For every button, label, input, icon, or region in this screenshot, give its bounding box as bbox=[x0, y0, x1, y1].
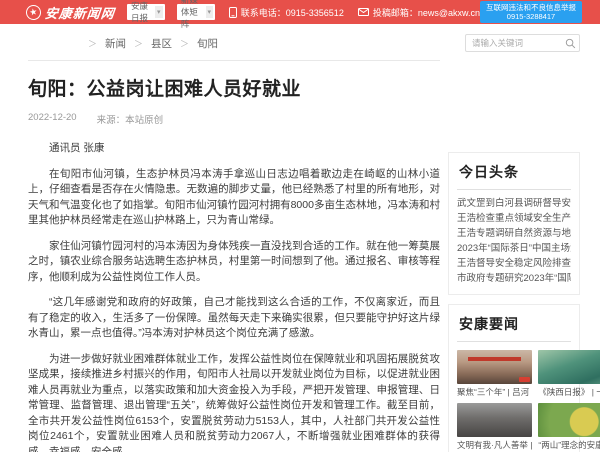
today-headlines-box: 今日头条 武文罡到白河县调研督导安全稳定等工作 王浩检查重点领域安全生产工作 王… bbox=[448, 152, 580, 295]
article-body: 通讯员 张康 在旬阳市仙河镇，生态护林员冯本涛手拿巡山日志边唱着歌边走在崎岖的山… bbox=[28, 141, 440, 452]
news-thumb-item[interactable]: 聚焦“三个年” | 吕河 bbox=[457, 350, 532, 398]
news-thumb-item[interactable]: 《陕西日报》 | 一泓清 bbox=[538, 350, 600, 398]
breadcrumb-counties[interactable]: 县区 bbox=[151, 36, 172, 51]
breadcrumb: ＞ 新闻 ＞ 县区 ＞ 旬阳 bbox=[88, 36, 218, 51]
news-thumbnail-crowd bbox=[457, 350, 532, 384]
media-matrix-select[interactable]: 新媒体矩阵 ▾ bbox=[177, 4, 215, 20]
report-button-line1: 互联网违法和不良信息举报 bbox=[486, 3, 576, 12]
news-caption: 文明有我·凡人善举 | bbox=[457, 440, 532, 451]
article-paragraph: “这几年感谢党和政府的好政策，自己才能找到这么合适的工作，不仅离家近，而且有了稳… bbox=[28, 295, 440, 342]
newspaper-select[interactable]: 安康日报 ▾ bbox=[127, 4, 165, 20]
breadcrumb-separator: ＞ bbox=[88, 37, 97, 50]
contact-phone: 联系电话：0915-3356512 bbox=[229, 6, 344, 19]
contact-email-label: 投稿邮箱：news@akxw.cn bbox=[373, 6, 480, 19]
sidebar: 今日头条 武文罡到白河县调研督导安全稳定等工作 王浩检查重点领域安全生产工作 王… bbox=[448, 152, 580, 452]
site-logo[interactable]: ★ 安康新闻网 bbox=[26, 3, 115, 22]
chevron-down-icon: ▾ bbox=[155, 6, 163, 18]
report-button-line2: 0915-3288417 bbox=[486, 12, 576, 21]
illegal-report-button[interactable]: 互联网违法和不良信息举报 0915-3288417 bbox=[480, 1, 582, 23]
news-thumb-item[interactable]: “两山”理念的安康实践 bbox=[538, 403, 600, 451]
breadcrumb-separator: ＞ bbox=[180, 37, 189, 50]
news-thumbnail-fields bbox=[538, 403, 600, 437]
breadcrumb-xunyang[interactable]: 旬阳 bbox=[197, 36, 218, 51]
article: 旬阳：公益岗让困难人员好就业 2022-12-20 来源：本站原创 通讯员 张康… bbox=[28, 60, 440, 452]
search-input[interactable] bbox=[466, 38, 561, 48]
headline-item[interactable]: 王浩检查重点领域安全生产工作 bbox=[457, 211, 571, 226]
page: ★ 安康新闻网 安康日报 ▾ 新媒体矩阵 ▾ 联系电话：0915-3356512… bbox=[0, 0, 600, 452]
search-box bbox=[465, 34, 580, 52]
news-caption: 《陕西日报》 | 一泓清 bbox=[538, 387, 600, 398]
logo-star-icon: ★ bbox=[25, 3, 43, 21]
watermark-logo bbox=[519, 377, 530, 382]
news-thumbnail-river bbox=[538, 350, 600, 384]
envelope-icon bbox=[358, 8, 369, 16]
headline-item[interactable]: 2023年“国际茶日”中国主场活动将于5月 bbox=[457, 241, 571, 256]
article-paragraph: 家住仙河镇竹园河村的冯本涛因为身体残疾一直没找到合适的工作。就在他一筹莫展之时，… bbox=[28, 239, 440, 286]
news-caption: “两山”理念的安康实践 bbox=[538, 440, 600, 451]
media-matrix-select-label: 新媒体矩阵 bbox=[181, 0, 206, 30]
news-thumb-grid: 聚焦“三个年” | 吕河 《陕西日报》 | 一泓清 文明有我·凡人善举 | “两… bbox=[457, 350, 571, 451]
phone-icon bbox=[229, 7, 237, 18]
search-icon[interactable] bbox=[561, 38, 579, 49]
article-byline: 通讯员 张康 bbox=[28, 141, 440, 157]
headline-item[interactable]: 王浩专题调研自然资源与地灾防治工作 bbox=[457, 226, 571, 241]
ankang-news-box: 安康要闻 聚焦“三个年” | 吕河 《陕西日报》 | 一泓清 文明有我·凡人善举… bbox=[448, 304, 580, 452]
headline-item[interactable]: 王浩督导安全稳定风险排查化解工作 bbox=[457, 256, 571, 271]
newspaper-select-label: 安康日报 bbox=[131, 0, 155, 24]
red-banner bbox=[468, 357, 521, 361]
article-paragraph: 在旬阳市仙河镇，生态护林员冯本涛手拿巡山日志边唱着歌边走在崎岖的山林小道上，仔细… bbox=[28, 167, 440, 229]
news-thumbnail-street bbox=[457, 403, 532, 437]
contact-phone-label: 联系电话：0915-3356512 bbox=[241, 6, 344, 19]
top-bar: ★ 安康新闻网 安康日报 ▾ 新媒体矩阵 ▾ 联系电话：0915-3356512… bbox=[0, 0, 600, 24]
contact-email: 投稿邮箱：news@akxw.cn bbox=[358, 6, 480, 19]
headline-item[interactable]: 武文罡到白河县调研督导安全稳定等工作 bbox=[457, 196, 571, 211]
breadcrumb-separator: ＞ bbox=[134, 37, 143, 50]
article-meta: 2022-12-20 来源：本站原创 bbox=[28, 112, 440, 126]
article-paragraph: 为进一步做好就业困难群体就业工作，发挥公益性岗位在保障就业和巩固拓展脱贫攻坚成果… bbox=[28, 352, 440, 452]
article-date: 2022-12-20 bbox=[28, 112, 77, 126]
article-source: 来源：本站原创 bbox=[97, 112, 164, 126]
logo-text: 安康新闻网 bbox=[44, 3, 116, 22]
headline-list: 武文罡到白河县调研督导安全稳定等工作 王浩检查重点领域安全生产工作 王浩专题调研… bbox=[457, 196, 571, 286]
chevron-down-icon: ▾ bbox=[206, 6, 213, 18]
headline-item[interactable]: 市政府专题研究2023年“国际茶日”中国主 bbox=[457, 271, 571, 286]
ankang-news-title: 安康要闻 bbox=[457, 314, 571, 342]
breadcrumb-news[interactable]: 新闻 bbox=[105, 36, 126, 51]
news-thumb-item[interactable]: 文明有我·凡人善举 | bbox=[457, 403, 532, 451]
news-caption: 聚焦“三个年” | 吕河 bbox=[457, 387, 532, 398]
today-headlines-title: 今日头条 bbox=[457, 162, 571, 190]
article-title: 旬阳：公益岗让困难人员好就业 bbox=[28, 74, 440, 101]
